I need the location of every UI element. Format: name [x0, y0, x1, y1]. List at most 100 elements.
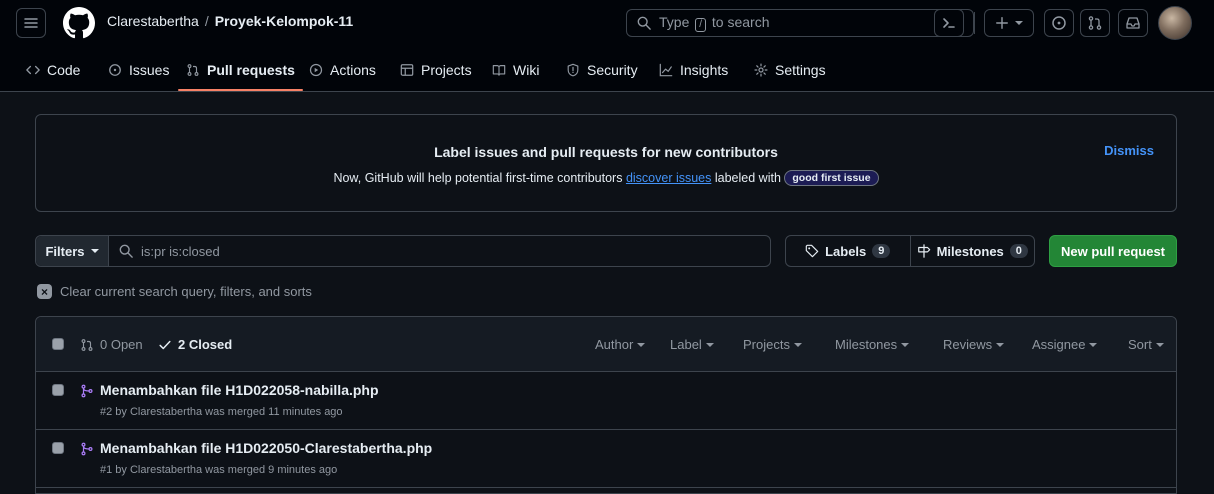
reviews-filter[interactable]: Reviews: [943, 337, 1005, 352]
assignee-filter[interactable]: Assignee: [1032, 337, 1098, 352]
hamburger-icon: [23, 15, 39, 31]
pull-request-meta: #1 by Clarestabertha was merged 9 minute…: [100, 464, 338, 476]
chevron-down-icon: [793, 342, 802, 347]
chevron-down-icon: [1015, 21, 1023, 25]
banner-text-after: labeled with: [714, 171, 781, 185]
label-filter[interactable]: Label: [670, 337, 714, 352]
closed-filter[interactable]: 2 Closed: [158, 337, 232, 352]
open-count: 0 Open: [100, 337, 143, 352]
pull-request-title[interactable]: Menambahkan file H1D022050-Clarestaberth…: [100, 440, 432, 456]
issues-button[interactable]: [1044, 9, 1074, 37]
labels-label: Labels: [825, 243, 867, 259]
search-placeholder: Type / to search: [659, 14, 770, 32]
tab-label: Security: [587, 61, 638, 78]
tab-code[interactable]: Code: [26, 48, 80, 91]
tab-settings[interactable]: Settings: [754, 48, 826, 91]
milestones-label: Milestones: [936, 243, 1004, 259]
inbox-button[interactable]: [1118, 9, 1148, 37]
tab-label: Code: [47, 61, 81, 78]
open-filter[interactable]: 0 Open: [80, 337, 143, 352]
search-shortcut-key: /: [695, 18, 707, 32]
pull-request-row[interactable]: Menambahkan file H1D022058-nabilla.php #…: [36, 372, 1176, 430]
tab-label: Projects: [421, 61, 472, 78]
command-palette-button[interactable]: [934, 9, 964, 37]
pull-request-row[interactable]: Menambahkan file H1D022050-Clarestaberth…: [36, 430, 1176, 488]
pull-request-icon: [80, 338, 94, 352]
tab-pull-requests[interactable]: Pull requests: [178, 48, 303, 91]
dismiss-button[interactable]: Dismiss: [1104, 143, 1154, 158]
tab-projects[interactable]: Projects: [400, 48, 472, 91]
author-filter-label: Author: [595, 337, 634, 352]
shield-icon: [566, 63, 580, 77]
pull-request-list: 0 Open 2 Closed Author Label Projects Mi…: [35, 316, 1177, 494]
repo-nav: Code Issues Pull requests Actions Projec…: [0, 48, 1214, 92]
filter-bar: Filters is:pr is:closed: [35, 235, 771, 267]
sort-dropdown[interactable]: Sort: [1128, 337, 1164, 352]
banner-text-before: Now, GitHub will help potential first-ti…: [333, 171, 623, 185]
clear-filters-label: Clear current search query, filters, and…: [60, 284, 312, 299]
milestones-count: 0: [1009, 244, 1028, 258]
filters-dropdown[interactable]: Filters: [36, 236, 109, 266]
plus-icon: [995, 16, 1009, 30]
row-checkbox[interactable]: [52, 442, 64, 454]
chevron-down-icon: [1155, 342, 1164, 347]
pull-request-meta: #2 by Clarestabertha was merged 11 minut…: [100, 406, 343, 418]
breadcrumb-owner[interactable]: Clarestabertha: [107, 13, 199, 29]
chevron-down-icon: [705, 342, 714, 347]
github-logo-icon[interactable]: [62, 6, 96, 40]
banner-title: Label issues and pull requests for new c…: [434, 144, 778, 160]
sort-label: Sort: [1128, 337, 1152, 352]
filters-label: Filters: [45, 243, 85, 259]
tab-label: Settings: [775, 61, 826, 78]
search-icon: [637, 16, 651, 30]
breadcrumb: Clarestabertha / Proyek-Kelompok-11: [107, 13, 353, 29]
chevron-down-icon: [996, 342, 1005, 347]
closed-count: 2 Closed: [178, 337, 233, 352]
pull-request-title[interactable]: Menambahkan file H1D022058-nabilla.php: [100, 382, 379, 398]
assignee-filter-label: Assignee: [1032, 337, 1086, 352]
inbox-icon: [1125, 15, 1141, 31]
create-new-button[interactable]: [984, 9, 1034, 37]
labels-button[interactable]: Labels 9: [786, 236, 910, 266]
pull-requests-button[interactable]: [1080, 9, 1110, 37]
reviews-filter-label: Reviews: [943, 337, 993, 352]
close-icon: ×: [37, 284, 52, 299]
tab-label: Pull requests: [207, 61, 295, 78]
milestones-filter[interactable]: Milestones: [835, 337, 910, 352]
tab-actions[interactable]: Actions: [309, 48, 376, 91]
merged-icon: [80, 384, 94, 398]
tab-insights[interactable]: Insights: [659, 48, 728, 91]
graph-icon: [659, 63, 673, 77]
menu-button[interactable]: [16, 8, 46, 38]
avatar[interactable]: [1158, 6, 1192, 40]
tab-wiki[interactable]: Wiki: [492, 48, 539, 91]
author-filter[interactable]: Author: [595, 337, 646, 352]
breadcrumb-repo[interactable]: Proyek-Kelompok-11: [215, 13, 354, 29]
good-first-issue-label[interactable]: good first issue: [784, 170, 879, 186]
code-icon: [26, 63, 40, 77]
milestones-button[interactable]: Milestones 0: [909, 236, 1035, 266]
pull-request-icon: [186, 63, 200, 77]
search-input[interactable]: is:pr is:closed: [109, 236, 770, 266]
chevron-down-icon: [637, 342, 646, 347]
tab-issues[interactable]: Issues: [108, 48, 169, 91]
clear-filters-button[interactable]: × Clear current search query, filters, a…: [37, 284, 312, 299]
breadcrumb-separator: /: [204, 13, 209, 29]
issue-icon: [108, 63, 122, 77]
banner-text: Now, GitHub will help potential first-ti…: [36, 170, 1176, 186]
milestone-icon: [917, 244, 931, 258]
tab-label: Insights: [680, 61, 729, 78]
tab-label: Issues: [129, 61, 170, 78]
new-pull-request-button[interactable]: New pull request: [1049, 235, 1177, 267]
list-header: 0 Open 2 Closed Author Label Projects Mi…: [36, 317, 1176, 372]
tab-security[interactable]: Security: [566, 48, 638, 91]
pull-request-icon: [1087, 15, 1103, 31]
check-icon: [158, 338, 172, 352]
row-checkbox[interactable]: [52, 384, 64, 396]
projects-filter[interactable]: Projects: [743, 337, 802, 352]
search-input[interactable]: Type / to search: [626, 9, 974, 37]
select-all-checkbox[interactable]: [52, 338, 64, 350]
labels-milestones-group: Labels 9 Milestones 0: [785, 235, 1035, 267]
projects-filter-label: Projects: [743, 337, 790, 352]
discover-issues-link[interactable]: discover issues: [626, 171, 711, 185]
